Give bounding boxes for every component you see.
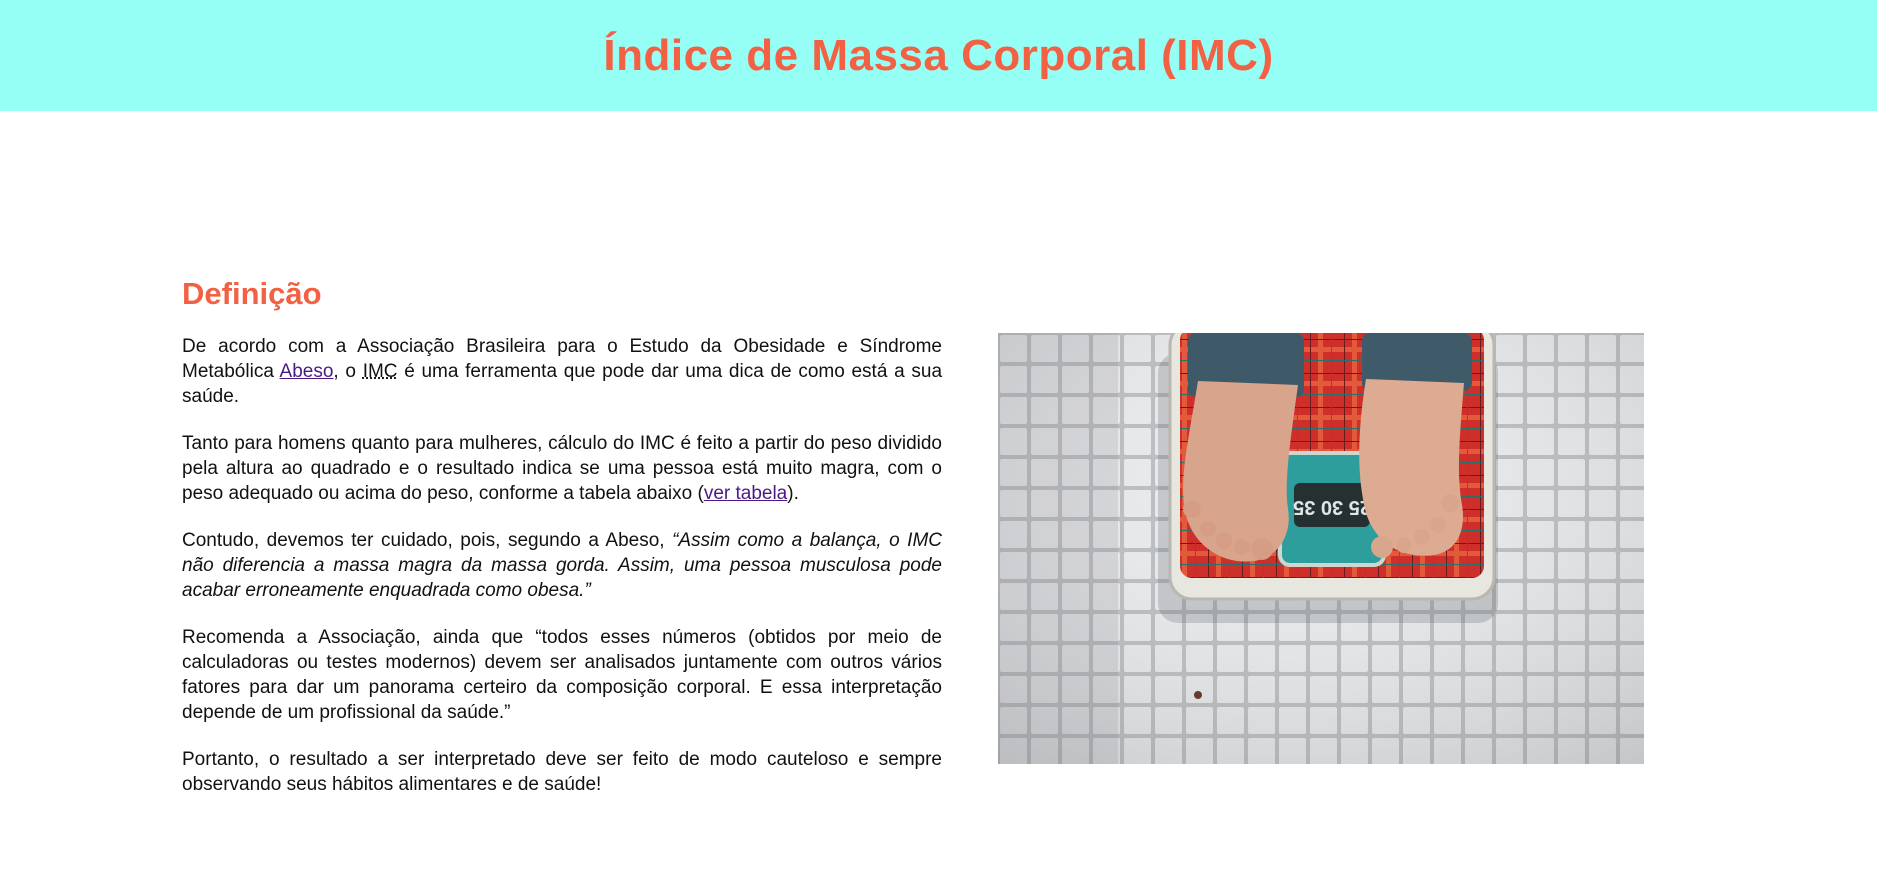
paragraph-2: Tanto para homens quanto para mulheres, … <box>182 431 942 506</box>
p2-text: Tanto para homens quanto para mulheres, … <box>182 433 942 504</box>
page-title: Índice de Massa Corporal (IMC) <box>603 30 1274 80</box>
p2-after: ). <box>787 483 799 504</box>
scale-dial-text: 25 30 35 <box>1293 496 1371 518</box>
p1-between: , o <box>333 361 363 382</box>
definition-section: Definição De acordo com a Associação Bra… <box>182 276 942 819</box>
section-heading: Definição <box>182 276 322 311</box>
ver-tabela-link[interactable]: ver tabela <box>704 483 787 504</box>
paragraph-1: De acordo com a Associação Brasileira pa… <box>182 334 942 409</box>
scale-photo-illustration: 25 30 35 <box>998 333 1644 764</box>
imc-abbr: IMC <box>362 361 398 382</box>
paragraph-3: Contudo, devemos ter cuidado, pois, segu… <box>182 528 942 603</box>
paragraph-4: Recomenda a Associação, ainda que “todos… <box>182 627 942 723</box>
page-header: Índice de Massa Corporal (IMC) <box>0 0 1877 111</box>
scale-photo: 25 30 35 <box>998 333 1644 764</box>
abeso-link[interactable]: Abeso <box>280 361 334 382</box>
p3-text: Contudo, devemos ter cuidado, pois, segu… <box>182 530 673 551</box>
paragraph-5: Portanto, o resultado a ser interpretado… <box>182 749 942 795</box>
